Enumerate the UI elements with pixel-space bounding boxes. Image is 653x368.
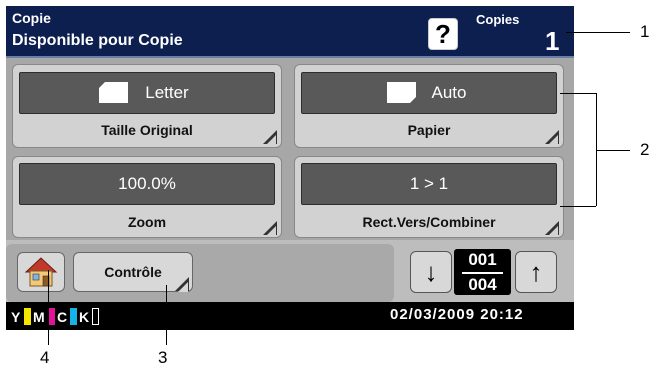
callout-line-4 bbox=[48, 270, 49, 345]
toner-label-k: K bbox=[79, 309, 90, 325]
toner-level-k bbox=[92, 308, 99, 325]
callout-line-3 bbox=[166, 285, 167, 345]
status-message: Disponible pour Copie bbox=[12, 32, 183, 49]
page-down-button[interactable]: ↓ bbox=[410, 251, 452, 293]
callout-2: 2 bbox=[640, 140, 650, 159]
original-size-label: Taille Original bbox=[101, 122, 193, 138]
page-total: 004 bbox=[468, 275, 497, 294]
toner-label-y: Y bbox=[11, 309, 21, 325]
toner-level-m bbox=[48, 308, 55, 325]
help-button[interactable]: ? bbox=[428, 18, 458, 50]
copies-count: 1 bbox=[545, 26, 560, 56]
zoom-label: Zoom bbox=[127, 214, 167, 230]
callout-line-1 bbox=[566, 32, 630, 33]
toner-label-c: C bbox=[57, 309, 68, 325]
copies-label: Copies bbox=[476, 12, 520, 27]
toner-label-m: M bbox=[33, 309, 45, 325]
callout-bracket-top bbox=[560, 93, 596, 94]
page-up-button[interactable]: ↑ bbox=[515, 251, 557, 293]
callout-1: 1 bbox=[640, 22, 650, 41]
home-button[interactable] bbox=[17, 252, 65, 292]
callout-3: 3 bbox=[158, 348, 168, 367]
up-arrow-icon: ↑ bbox=[529, 257, 543, 287]
home-icon bbox=[24, 257, 58, 287]
paper-label: Papier bbox=[407, 122, 451, 138]
callout-bracket-bottom bbox=[560, 206, 596, 207]
zoom-display: 100.0% bbox=[19, 163, 275, 205]
date-time: 02/03/2009 20:12 bbox=[390, 306, 524, 323]
controle-label: Contrôle bbox=[104, 264, 162, 280]
duplex-display: 1 > 1 bbox=[301, 163, 557, 205]
duplex-label: Rect.Vers/Combiner bbox=[362, 214, 496, 230]
toner-level-c bbox=[70, 308, 77, 325]
original-size-display: Letter bbox=[19, 72, 275, 114]
callout-line-2 bbox=[596, 150, 630, 151]
mode-title: Copie bbox=[12, 10, 51, 26]
page-icon bbox=[99, 82, 128, 103]
down-arrow-icon: ↓ bbox=[424, 257, 438, 287]
page-current: 001 bbox=[468, 250, 497, 269]
callout-4: 4 bbox=[40, 348, 50, 367]
toner-level-y bbox=[24, 308, 31, 325]
page-icon bbox=[387, 82, 416, 103]
paper-display: Auto bbox=[301, 72, 557, 114]
